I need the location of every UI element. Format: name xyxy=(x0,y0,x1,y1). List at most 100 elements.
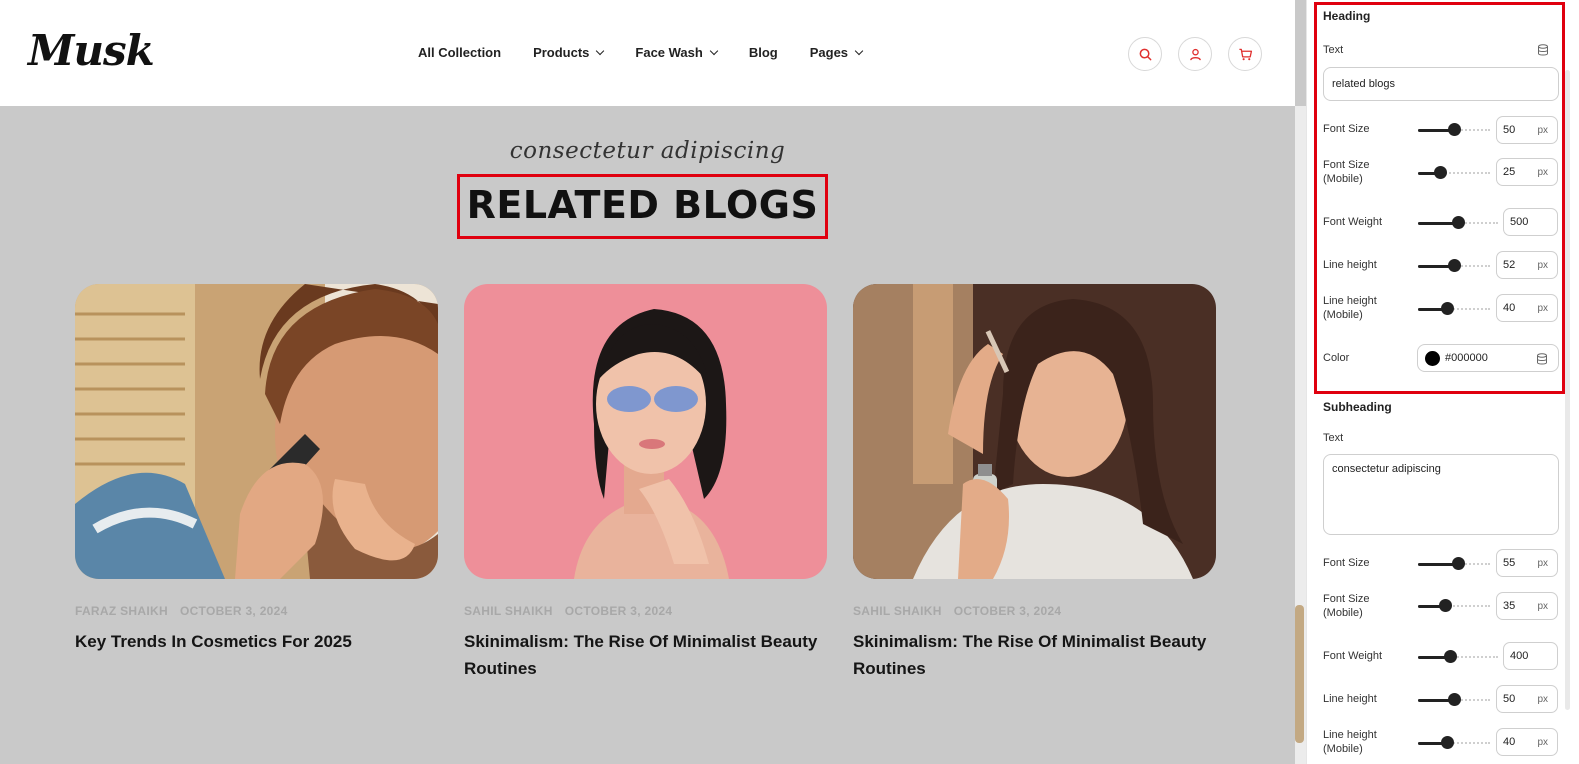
control-value: 50 xyxy=(1503,693,1516,705)
control-value: 400 xyxy=(1510,650,1529,662)
main-nav: All Collection Products Face Wash Blog P… xyxy=(418,45,894,60)
panel-scrollbar[interactable] xyxy=(1565,70,1570,710)
heading-group-title: Heading xyxy=(1323,9,1371,23)
blog-author: SAHIL SHAIKH xyxy=(853,604,942,618)
nav-face-wash[interactable]: Face Wash xyxy=(635,45,719,60)
blog-card: SAHIL SHAIKH OCTOBER 3, 2024 Skinimalism:… xyxy=(464,284,827,682)
logo[interactable]: Musk xyxy=(28,26,155,75)
control-label: Font Size xyxy=(1323,123,1370,135)
font-size-input[interactable]: 50 px xyxy=(1496,116,1558,144)
blog-card-meta: FARAZ SHAIKH OCTOBER 3, 2024 xyxy=(75,604,438,618)
control-unit: px xyxy=(1537,125,1548,136)
section-subheading: consectetur adipiscing xyxy=(509,138,786,164)
nav-label: Face Wash xyxy=(635,45,703,60)
database-icon[interactable] xyxy=(1536,353,1548,365)
chevron-down-icon xyxy=(596,46,605,55)
cart-button[interactable] xyxy=(1228,37,1262,71)
blog-title[interactable]: Skinimalism: The Rise Of Minimalist Beau… xyxy=(464,628,827,682)
control-value: 55 xyxy=(1503,557,1516,569)
control-label: Line height xyxy=(1323,693,1377,705)
nav-all-collection[interactable]: All Collection xyxy=(418,45,501,60)
cart-icon xyxy=(1238,48,1252,60)
blog-title[interactable]: Key Trends In Cosmetics For 2025 xyxy=(75,628,438,655)
blog-author: FARAZ SHAIKH xyxy=(75,604,168,618)
blog-author: SAHIL SHAIKH xyxy=(464,604,553,618)
color-hex-value: #000000 xyxy=(1445,352,1488,364)
blog-card-image[interactable] xyxy=(853,284,1216,579)
section-heading[interactable]: RELATED BLOGS xyxy=(457,183,828,227)
heading-color-picker[interactable]: #000000 xyxy=(1417,344,1559,372)
blog-date: OCTOBER 3, 2024 xyxy=(564,604,673,618)
site-preview: Musk All Collection Products Face Wash B… xyxy=(0,0,1306,764)
sub-font-weight-input[interactable]: 400 xyxy=(1503,642,1558,670)
control-label: Font Weight xyxy=(1323,216,1383,228)
font-weight-input[interactable]: 500 xyxy=(1503,208,1558,236)
woman-eye-patches-photo xyxy=(464,284,827,579)
control-unit: px xyxy=(1537,601,1548,612)
nav-products[interactable]: Products xyxy=(533,45,605,60)
control-unit: px xyxy=(1537,558,1548,569)
font-size-mobile-input[interactable]: 25 px xyxy=(1496,158,1558,186)
font-size-mobile-slider[interactable] xyxy=(1418,166,1490,180)
line-height-input[interactable]: 52 px xyxy=(1496,251,1558,279)
database-icon[interactable] xyxy=(1537,44,1549,56)
line-height-mobile-input[interactable]: 40 px xyxy=(1496,294,1558,322)
blog-date: OCTOBER 3, 2024 xyxy=(179,604,288,618)
control-value: 52 xyxy=(1503,259,1516,271)
account-button[interactable] xyxy=(1178,37,1212,71)
sub-line-height-mobile-input[interactable]: 40 px xyxy=(1496,728,1558,756)
nav-pages[interactable]: Pages xyxy=(809,45,864,60)
font-size-slider[interactable] xyxy=(1418,123,1490,137)
blog-title[interactable]: Skinimalism: The Rise Of Minimalist Beau… xyxy=(853,628,1216,682)
subheading-textarea[interactable]: consectetur adipiscing xyxy=(1323,454,1559,535)
sub-line-height-mobile-slider[interactable] xyxy=(1418,736,1490,750)
blog-date: OCTOBER 3, 2024 xyxy=(953,604,1062,618)
font-weight-slider[interactable] xyxy=(1418,216,1498,230)
man-shaving-photo xyxy=(75,284,438,579)
nav-label: Pages xyxy=(809,45,849,60)
nav-label: Products xyxy=(533,45,590,60)
user-icon xyxy=(1189,48,1201,60)
nav-label: All Collection xyxy=(418,45,502,60)
control-label: Font Weight xyxy=(1323,650,1383,662)
control-value: 500 xyxy=(1510,216,1529,228)
sub-line-height-input[interactable]: 50 px xyxy=(1496,685,1558,713)
control-value: 25 xyxy=(1503,166,1516,178)
search-icon xyxy=(1139,48,1151,60)
blog-card-meta: SAHIL SHAIKH OCTOBER 3, 2024 xyxy=(853,604,1216,618)
heading-text-input[interactable]: related blogs xyxy=(1323,67,1559,101)
subheading-text-label: Text xyxy=(1323,432,1344,444)
heading-settings-highlight xyxy=(1314,2,1565,394)
control-unit: px xyxy=(1537,167,1548,178)
control-label: Line height (Mobile) xyxy=(1323,295,1377,321)
subheading-group-title: Subheading xyxy=(1323,400,1392,414)
line-height-slider[interactable] xyxy=(1418,259,1490,273)
control-label: Line height xyxy=(1323,259,1377,271)
heading-text-label: Text xyxy=(1323,44,1344,56)
blog-card-meta: SAHIL SHAIKH OCTOBER 3, 2024 xyxy=(464,604,827,618)
line-height-mobile-slider[interactable] xyxy=(1418,302,1490,316)
chevron-down-icon xyxy=(854,46,864,55)
nav-label: Blog xyxy=(748,45,778,60)
color-label: Color xyxy=(1323,352,1350,364)
woman-serum-photo xyxy=(853,284,1216,579)
sub-font-size-slider[interactable] xyxy=(1418,557,1490,571)
sub-line-height-slider[interactable] xyxy=(1418,693,1490,707)
sub-font-weight-slider[interactable] xyxy=(1418,650,1498,664)
control-value: 50 xyxy=(1503,124,1516,136)
sub-font-size-input[interactable]: 55 px xyxy=(1496,549,1558,577)
sub-font-size-mobile-slider[interactable] xyxy=(1418,599,1490,613)
control-value: 35 xyxy=(1503,600,1516,612)
blog-card-image[interactable] xyxy=(464,284,827,579)
nav-blog[interactable]: Blog xyxy=(749,45,778,60)
control-label: Font Size (Mobile) xyxy=(1323,159,1370,185)
preview-scrollbar-thumb[interactable] xyxy=(1295,605,1304,743)
search-button[interactable] xyxy=(1128,37,1162,71)
control-unit: px xyxy=(1537,737,1548,748)
control-label: Font Size xyxy=(1323,557,1370,569)
control-value: 40 xyxy=(1503,302,1516,314)
blog-card-image[interactable] xyxy=(75,284,438,579)
site-header: Musk All Collection Products Face Wash B… xyxy=(0,0,1295,106)
sub-font-size-mobile-input[interactable]: 35 px xyxy=(1496,592,1558,620)
control-label: Font Size (Mobile) xyxy=(1323,593,1370,619)
